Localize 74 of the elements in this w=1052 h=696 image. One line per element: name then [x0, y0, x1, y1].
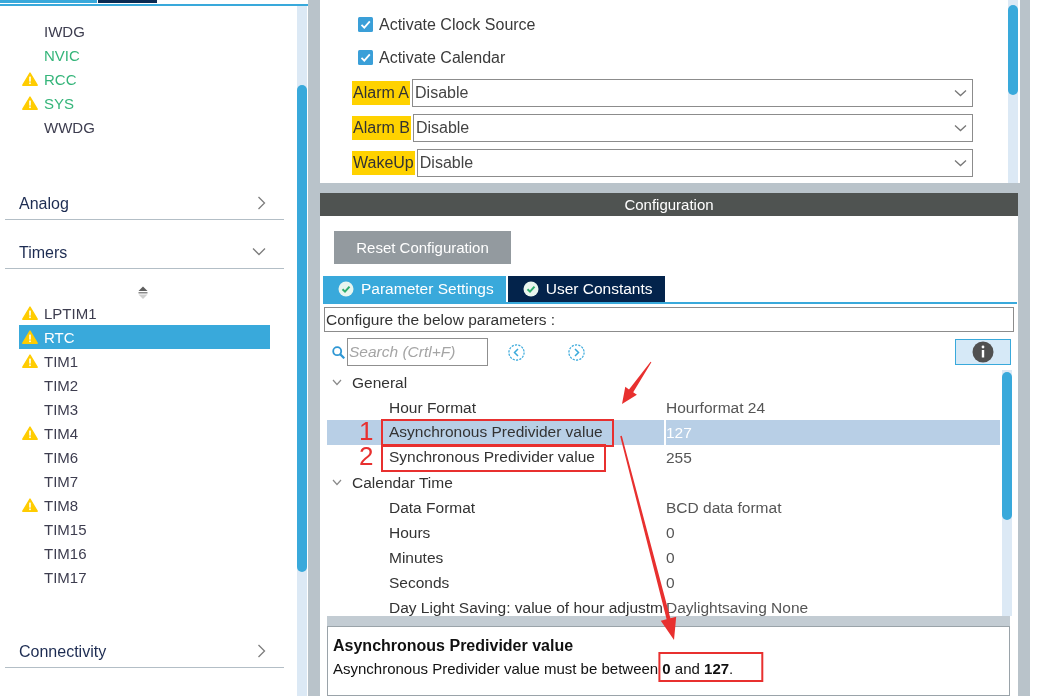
chevron-left-icon[interactable]	[508, 343, 525, 361]
parameter-name: Synchronous Predivider value	[389, 447, 595, 465]
parameter-name: Seconds	[389, 572, 450, 593]
description-title: Asynchronous Predivider value	[333, 636, 575, 656]
peripheral-item[interactable]: TIM1	[19, 349, 270, 373]
peripheral-item[interactable]: TIM4	[19, 421, 270, 445]
parameter-value: BCD data format	[665, 498, 782, 518]
parameter-row[interactable]: Day Light Saving: value of hour adjustm Daylightsaving None	[327, 595, 1000, 616]
dropdown[interactable]: Disable	[416, 149, 973, 177]
search-icon[interactable]	[332, 345, 345, 359]
peripheral-item[interactable]: TIM7	[19, 469, 270, 493]
checkbox-label: Activate Clock Source	[379, 15, 536, 34]
category-header[interactable]: Connectivity	[5, 619, 284, 668]
chevron-down-icon	[954, 124, 967, 132]
parameter-row[interactable]: Minutes 0	[327, 545, 1000, 570]
scrollbar-thumb[interactable]	[1008, 5, 1018, 95]
parameter-value: 0	[665, 573, 675, 593]
chevron-down-icon	[954, 159, 967, 167]
parameter-name: Asynchronous Predivider value	[389, 422, 603, 440]
peripheral-item[interactable]: TIM17	[19, 565, 270, 589]
parameter-name: Hour Format	[389, 397, 476, 418]
parameter-name: Minutes	[389, 547, 444, 568]
info-button[interactable]	[955, 339, 1011, 365]
parameter-value: 0	[665, 523, 675, 543]
peripheral-item[interactable]: TIM3	[19, 397, 270, 421]
parameter-row[interactable]: Data Format BCD data format	[327, 495, 1000, 520]
category-header[interactable]: Timers	[5, 220, 284, 269]
chevron-right-icon[interactable]	[568, 343, 585, 361]
instruction-field: Configure the below parameters :	[324, 307, 1014, 332]
check-circle-icon	[522, 281, 539, 297]
parameter-value: Hourformat 24	[665, 398, 766, 418]
parameter-name: Hours	[389, 522, 431, 543]
field-label: Alarm A	[352, 81, 410, 105]
checkbox[interactable]	[358, 50, 373, 65]
scrollbar[interactable]	[1008, 0, 1018, 183]
arrow	[622, 361, 652, 404]
parameter-value: 0	[665, 548, 675, 568]
parameter-row[interactable]: 1 Asynchronous Predivider value 127	[327, 420, 1000, 445]
parameter-value: 255	[665, 448, 692, 468]
tree-group[interactable]: Calendar Time	[327, 470, 1000, 495]
parameter-name: Data Format	[389, 497, 476, 518]
dropdown[interactable]: Disable	[412, 114, 973, 142]
peripheral-item[interactable]: LPTIM1	[19, 301, 270, 325]
tab[interactable]: User Constants	[507, 276, 665, 302]
tree-group[interactable]: General	[327, 370, 1000, 395]
peripheral-item[interactable]: WWDG	[19, 115, 270, 139]
panel-title-bar: Configuration	[320, 193, 1018, 216]
chevron-down-icon	[954, 89, 967, 97]
parameter-row[interactable]: Seconds 0	[327, 570, 1000, 595]
checkbox-label: Activate Calendar	[379, 48, 506, 67]
check-circle-icon	[338, 281, 354, 297]
field-label: Alarm B	[352, 116, 411, 140]
peripheral-item[interactable]: IWDG	[19, 19, 270, 43]
dropdown[interactable]: Disable	[412, 79, 973, 107]
parameter-value: Daylightsaving None	[665, 598, 809, 616]
peripheral-item[interactable]: TIM8	[19, 493, 270, 517]
search-field[interactable]: Search (Crtl+F)	[347, 338, 488, 366]
peripheral-item[interactable]: TIM15	[19, 517, 270, 541]
scrollbar-thumb[interactable]	[297, 85, 307, 572]
description-text: Asynchronous Predivider value must be between 0 and 127.	[333, 660, 734, 678]
category-header[interactable]: Analog	[5, 171, 284, 220]
parameter-row[interactable]: Hours 0	[327, 520, 1000, 545]
parameter-value: 127	[664, 420, 692, 445]
scrollbar-thumb[interactable]	[1002, 372, 1012, 520]
checkbox[interactable]	[358, 17, 373, 32]
field-label: WakeUp	[352, 151, 415, 175]
peripheral-item[interactable]: TIM2	[19, 373, 270, 397]
parameter-name: Day Light Saving: value of hour adjustm	[389, 597, 663, 616]
scrollbar[interactable]	[297, 6, 307, 696]
info-icon	[972, 341, 994, 363]
sort-arrows-icon[interactable]	[138, 286, 148, 300]
peripheral-item[interactable]: TIM6	[19, 445, 270, 469]
peripheral-item[interactable]: TIM16	[19, 541, 270, 565]
scrollbar[interactable]	[1002, 370, 1012, 616]
